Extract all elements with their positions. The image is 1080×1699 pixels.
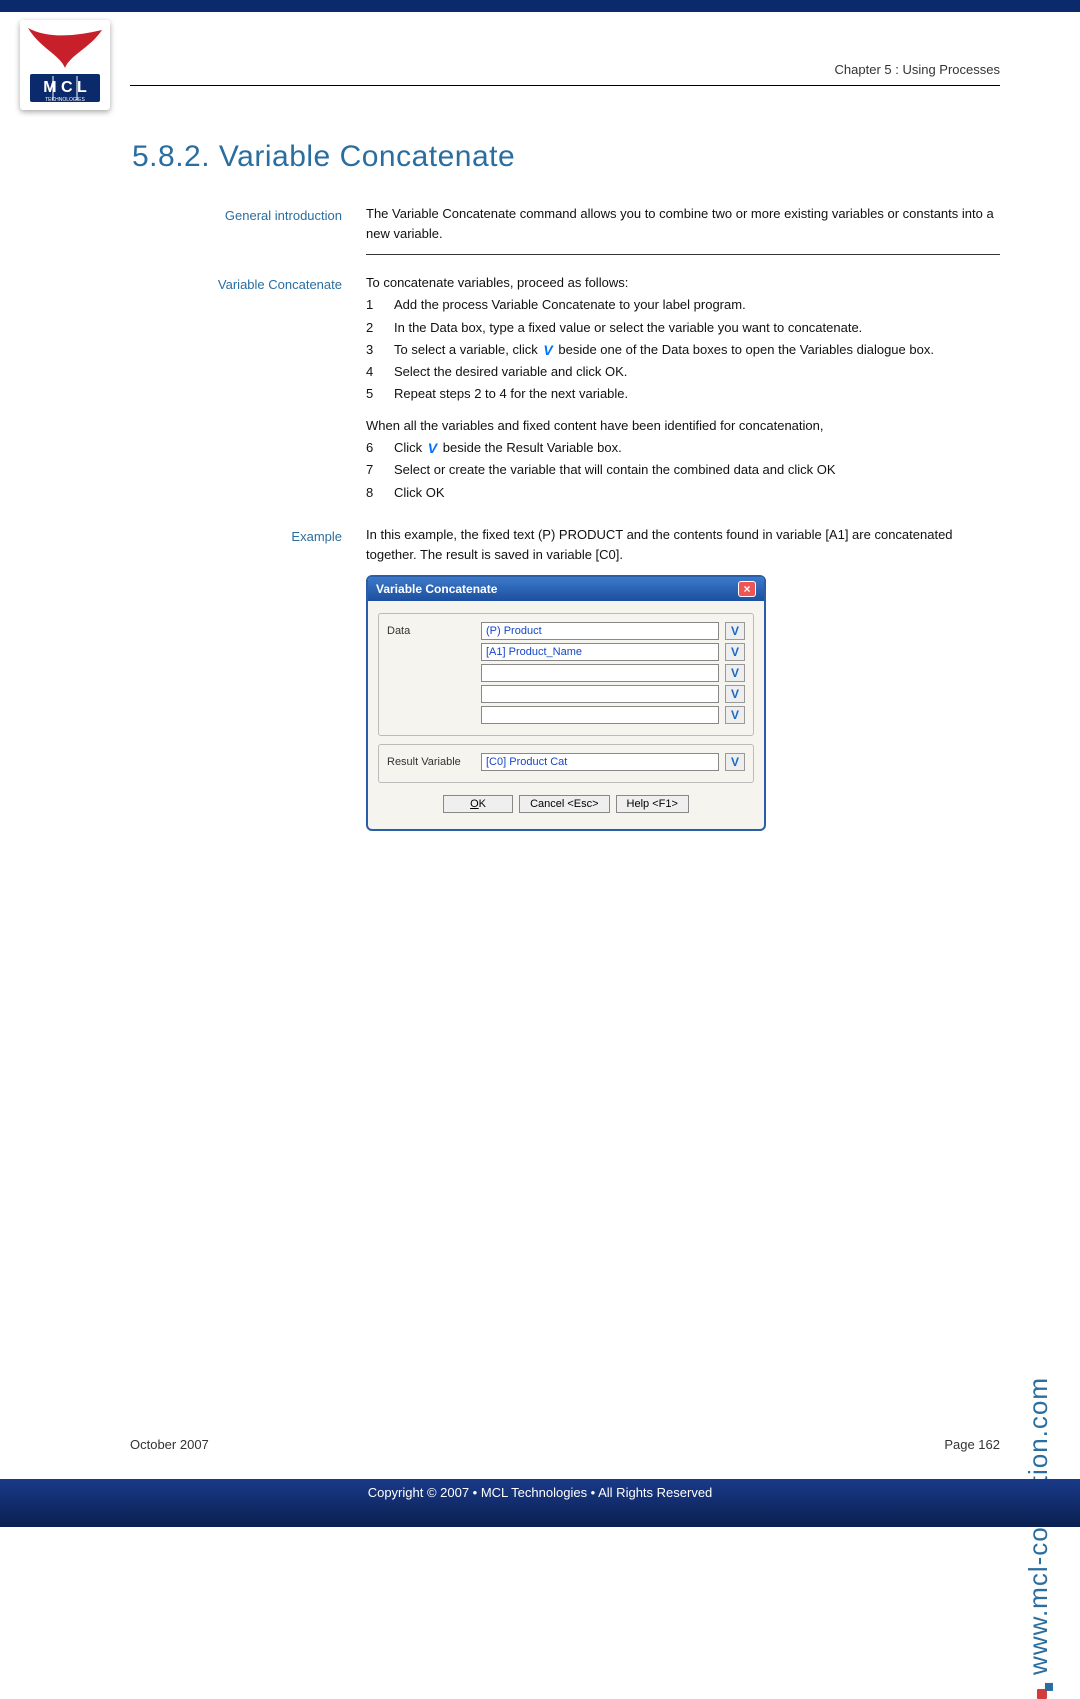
cancel-button[interactable]: Cancel <Esc> bbox=[519, 795, 609, 813]
help-button[interactable]: Help <F1> bbox=[616, 795, 689, 813]
side-url: www.mcl-collection.com bbox=[1023, 1377, 1054, 1699]
data-input-5[interactable] bbox=[481, 706, 719, 724]
data-label: Data bbox=[387, 625, 475, 637]
v-button[interactable]: V bbox=[725, 643, 745, 661]
chapter-rule bbox=[130, 85, 1000, 86]
logo: M C L TECHNOLOGIES bbox=[20, 20, 110, 110]
proc-label: Variable Concatenate bbox=[162, 273, 342, 504]
page-title: 5.8.2. Variable Concatenate bbox=[132, 140, 1000, 174]
result-input[interactable]: [C0] Product Cat bbox=[481, 753, 719, 771]
intro-text: The Variable Concatenate command allows … bbox=[366, 204, 1000, 244]
dialog-title: Variable Concatenate bbox=[376, 582, 497, 596]
step-4: Select the desired variable and click OK… bbox=[394, 362, 627, 382]
v-button[interactable]: V bbox=[725, 685, 745, 703]
v-button[interactable]: V bbox=[725, 753, 745, 771]
step-2: In the Data box, type a fixed value or s… bbox=[394, 318, 862, 338]
svg-text:TECHNOLOGIES: TECHNOLOGIES bbox=[45, 97, 85, 103]
footer-bar: Copyright © 2007 • MCL Technologies • Al… bbox=[0, 1479, 1080, 1527]
proc-lead: To concatenate variables, proceed as fol… bbox=[366, 273, 1000, 293]
footer-date: October 2007 bbox=[130, 1437, 209, 1452]
step-7: Select or create the variable that will … bbox=[394, 460, 836, 480]
step-6: Click V beside the Result Variable box. bbox=[394, 438, 622, 458]
step-5: Repeat steps 2 to 4 for the next variabl… bbox=[394, 384, 628, 404]
data-input-1[interactable]: (P) Product bbox=[481, 622, 719, 640]
v-button[interactable]: V bbox=[725, 622, 745, 640]
step-3: To select a variable, click V beside one… bbox=[394, 340, 934, 360]
top-border bbox=[0, 0, 1080, 12]
data-input-3[interactable] bbox=[481, 664, 719, 682]
v-button[interactable]: V bbox=[725, 706, 745, 724]
step-1: Add the process Variable Concatenate to … bbox=[394, 295, 746, 315]
example-label: Example bbox=[162, 525, 342, 565]
data-input-4[interactable] bbox=[481, 685, 719, 703]
rule bbox=[366, 254, 1000, 255]
footer-copyright: Copyright © 2007 • MCL Technologies • Al… bbox=[368, 1485, 713, 1500]
result-label: Result Variable bbox=[387, 756, 475, 768]
intro-label: General introduction bbox=[162, 204, 342, 244]
data-input-2[interactable]: [A1] Product_Name bbox=[481, 643, 719, 661]
brand-dot-icon bbox=[1037, 1689, 1047, 1699]
example-text: In this example, the fixed text (P) PROD… bbox=[366, 525, 1000, 565]
step-8: Click OK bbox=[394, 483, 445, 503]
footer-page: Page 162 bbox=[944, 1437, 1000, 1452]
mid-text: When all the variables and fixed content… bbox=[366, 416, 1000, 436]
svg-text:M C L: M C L bbox=[43, 79, 87, 96]
v-icon: V bbox=[426, 441, 439, 455]
dialog: Variable Concatenate × Data (P) Product … bbox=[366, 575, 766, 831]
ok-button[interactable]: OK bbox=[443, 795, 513, 813]
v-button[interactable]: V bbox=[725, 664, 745, 682]
v-icon: V bbox=[541, 343, 554, 357]
chapter-label: Chapter 5 : Using Processes bbox=[835, 62, 1000, 77]
close-icon[interactable]: × bbox=[738, 581, 756, 597]
